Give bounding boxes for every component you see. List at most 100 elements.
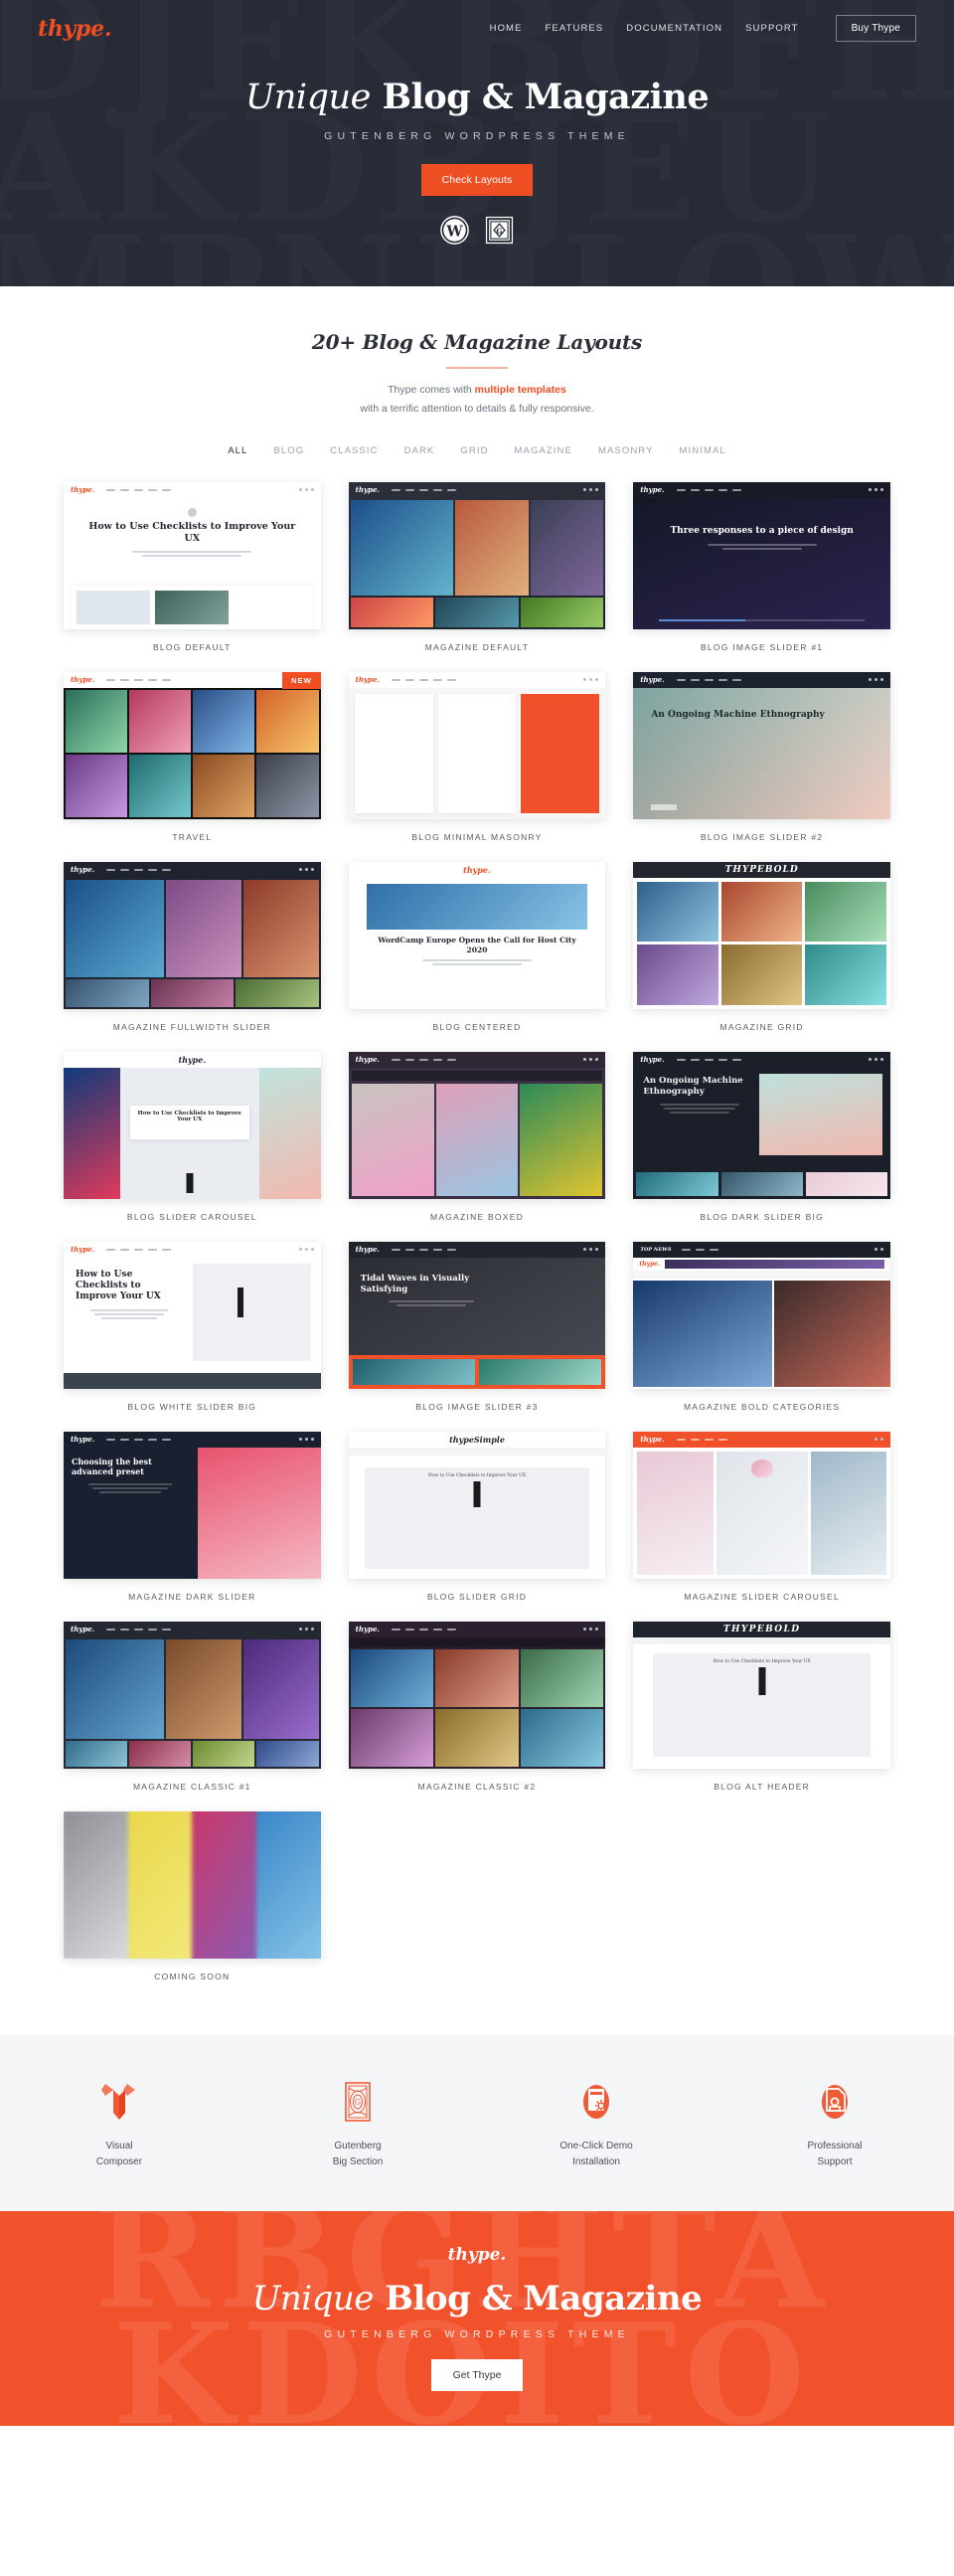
feature-professional-support[interactable]: Professional Support: [716, 2079, 954, 2171]
layout-thumbnail[interactable]: thype.: [64, 861, 321, 1009]
layout-card-label: BLOG ALT HEADER: [714, 1781, 811, 1792]
hero-badges: W G: [0, 216, 954, 246]
support-icon: [716, 2079, 954, 2125]
cta-title-italic: Unique: [251, 2278, 375, 2318]
layout-card-label: MAGAZINE DEFAULT: [424, 641, 530, 652]
layout-card-magazine-classic-2[interactable]: thype. MAGAZINE CLASSIC #2: [348, 1621, 606, 1811]
layout-card-label: MAGAZINE FULLWIDTH SLIDER: [112, 1021, 271, 1032]
layout-thumbnail[interactable]: thype.: [348, 1051, 606, 1199]
layout-thumbnail[interactable]: thype. NEW: [64, 671, 321, 819]
layout-card-magazine-grid[interactable]: THYPEBOLD MAGAZINE GRID: [633, 861, 890, 1052]
layout-thumbnail[interactable]: thype. How to Use Checklists to Improve …: [64, 1051, 321, 1199]
filter-dark[interactable]: DARK: [404, 443, 435, 458]
feature-one-click-demo[interactable]: One-Click Demo Installation: [477, 2079, 716, 2171]
filter-tabs: ALL BLOG CLASSIC DARK GRID MAGAZINE MASO…: [0, 443, 954, 458]
hero-title-italic: Unique: [244, 78, 371, 117]
layout-thumbnail[interactable]: thype.: [348, 481, 606, 629]
layout-thumbnail[interactable]: thype. WordCamp Europe Opens the Call fo…: [348, 861, 606, 1009]
layout-thumbnail[interactable]: THYPEBOLD How to Use Checklists to Impro…: [633, 1621, 890, 1769]
layout-card-magazine-slider-carousel[interactable]: thype. MAGAZINE SLIDER CAROUSEL: [633, 1431, 890, 1622]
hero-content: Unique Blog & Magazine GUTENBERG WORDPRE…: [0, 42, 954, 246]
section-description: Thype comes with multiple templates with…: [0, 381, 954, 420]
filter-magazine[interactable]: MAGAZINE: [515, 443, 572, 458]
visual-composer-icon: [0, 2079, 238, 2125]
filter-minimal[interactable]: MINIMAL: [680, 443, 726, 458]
nav-item-features[interactable]: FEATURES: [546, 23, 604, 34]
layout-card-magazine-boxed[interactable]: thype. MAGAZINE BOXED: [348, 1051, 606, 1242]
layout-card-label: BLOG IMAGE SLIDER #2: [701, 831, 824, 842]
layout-card-travel[interactable]: thype. NEW TRAVEL: [64, 671, 321, 862]
layout-card-coming-soon[interactable]: COMING SOON: [64, 1810, 321, 2001]
layout-card-label: BLOG IMAGE SLIDER #1: [701, 641, 824, 652]
layout-thumbnail[interactable]: thype.: [633, 1431, 890, 1579]
feature-visual-composer[interactable]: Visual Composer: [0, 2079, 238, 2171]
svg-text:G: G: [496, 227, 502, 236]
layout-card-blog-white-slider-big[interactable]: thype. How to Use Checklists to Improve …: [64, 1241, 321, 1432]
svg-text:W: W: [445, 224, 463, 241]
site-logo[interactable]: thype.: [38, 16, 111, 42]
section-divider: [446, 367, 508, 369]
layout-thumbnail[interactable]: thype. How to Use Checklists to Improve …: [64, 1241, 321, 1389]
layout-card-label: MAGAZINE CLASSIC #1: [132, 1781, 251, 1792]
layout-card-label: COMING SOON: [154, 1971, 231, 1981]
feature-label: One-Click Demo Installation: [559, 2140, 633, 2168]
hero-title-bold: Blog & Magazine: [382, 77, 710, 117]
layout-card-blog-default[interactable]: thype. How to Use Checklists to Improve …: [64, 481, 321, 672]
nav-item-home[interactable]: HOME: [490, 23, 523, 34]
filter-masonry[interactable]: MASONRY: [598, 443, 654, 458]
desc-line1-pre: Thype comes with: [388, 384, 475, 396]
layout-card-magazine-classic-1[interactable]: thype. MAGAZINE CLASSIC #1: [64, 1621, 321, 1811]
filter-grid[interactable]: GRID: [460, 443, 488, 458]
layout-card-label: MAGAZINE SLIDER CAROUSEL: [684, 1591, 840, 1602]
layout-card-blog-slider-carousel[interactable]: thype. How to Use Checklists to Improve …: [64, 1051, 321, 1242]
layout-thumbnail[interactable]: thype.: [348, 671, 606, 819]
layout-thumbnail[interactable]: thype. An Ongoing Machine Ethnography: [633, 671, 890, 819]
layout-thumbnail[interactable]: thype.: [64, 1621, 321, 1769]
layout-card-label: BLOG CENTERED: [432, 1021, 522, 1032]
layout-card-blog-image-slider-1[interactable]: thype. Three responses to a piece of des…: [633, 481, 890, 672]
wordpress-icon: W: [440, 216, 469, 246]
filter-all[interactable]: ALL: [228, 443, 247, 458]
features-section: Visual Composer G Gutenberg Big Section: [0, 2034, 954, 2211]
check-layouts-button[interactable]: Check Layouts: [420, 164, 534, 197]
layout-card-label: BLOG DEFAULT: [153, 641, 232, 652]
layout-thumbnail[interactable]: thype. Tidal Waves in Visually Satisfyin…: [348, 1241, 606, 1389]
layout-thumbnail[interactable]: thype. Three responses to a piece of des…: [633, 481, 890, 629]
layout-thumbnail[interactable]: thype.: [348, 1621, 606, 1769]
layout-thumbnail[interactable]: THYPEBOLD: [633, 861, 890, 1009]
layout-thumbnail[interactable]: thypeSimple How to Use Checklists to Imp…: [348, 1431, 606, 1579]
nav-item-documentation[interactable]: DOCUMENTATION: [626, 23, 722, 34]
hero-subtitle: GUTENBERG WORDPRESS THEME: [324, 130, 630, 143]
layout-card-magazine-bold-categories[interactable]: TOP NEWS thype. MAGAZINE BOLD CATEGORIES: [633, 1241, 890, 1432]
layout-thumbnail[interactable]: TOP NEWS thype.: [633, 1241, 890, 1389]
filter-blog[interactable]: BLOG: [273, 443, 304, 458]
buy-thype-button[interactable]: Buy Thype: [835, 15, 916, 42]
feature-gutenberg-big-section[interactable]: G Gutenberg Big Section: [238, 2079, 477, 2171]
new-badge: NEW: [282, 671, 321, 689]
layout-card-magazine-fullwidth-slider[interactable]: thype. MAGAZINE FULLWIDTH SLIDER: [64, 861, 321, 1052]
get-thype-button[interactable]: Get Thype: [430, 2358, 524, 2391]
nav-item-support[interactable]: SUPPORT: [745, 23, 798, 34]
layout-card-blog-alt-header[interactable]: THYPEBOLD How to Use Checklists to Impro…: [633, 1621, 890, 1811]
layout-card-blog-slider-grid[interactable]: thypeSimple How to Use Checklists to Imp…: [348, 1431, 606, 1622]
layout-card-label: BLOG DARK SLIDER BIG: [700, 1211, 824, 1222]
layout-card-magazine-default[interactable]: thype. MAGAZINE DEFAULT: [348, 481, 606, 672]
layout-card-label: MAGAZINE DARK SLIDER: [128, 1591, 256, 1602]
layout-card-magazine-dark-slider[interactable]: thype. Choosing the best advanced preset…: [64, 1431, 321, 1622]
layout-card-blog-minimal-masonry[interactable]: thype. BLOG MINIMAL MASONRY: [348, 671, 606, 862]
layout-thumbnail[interactable]: thype. How to Use Checklists to Improve …: [64, 481, 321, 629]
layout-thumbnail[interactable]: [64, 1810, 321, 1959]
main-nav: HOME FEATURES DOCUMENTATION SUPPORT Buy …: [490, 15, 916, 42]
layout-card-blog-image-slider-3[interactable]: thype. Tidal Waves in Visually Satisfyin…: [348, 1241, 606, 1432]
layout-card-label: TRAVEL: [172, 831, 213, 842]
layout-card-blog-centered[interactable]: thype. WordCamp Europe Opens the Call fo…: [348, 861, 606, 1052]
layout-grid: thype. How to Use Checklists to Improve …: [64, 481, 890, 2001]
layout-thumbnail[interactable]: thype. An Ongoing Machine Ethnography: [633, 1051, 890, 1199]
filter-classic[interactable]: CLASSIC: [330, 443, 378, 458]
layout-card-blog-image-slider-2[interactable]: thype. An Ongoing Machine Ethnography BL…: [633, 671, 890, 862]
layout-card-blog-dark-slider-big[interactable]: thype. An Ongoing Machine Ethnography BL…: [633, 1051, 890, 1242]
layout-thumbnail[interactable]: thype. Choosing the best advanced preset: [64, 1431, 321, 1579]
layout-card-label: BLOG MINIMAL MASONRY: [411, 831, 543, 842]
one-click-demo-icon: [477, 2079, 716, 2125]
layout-card-label: BLOG SLIDER GRID: [426, 1591, 528, 1602]
